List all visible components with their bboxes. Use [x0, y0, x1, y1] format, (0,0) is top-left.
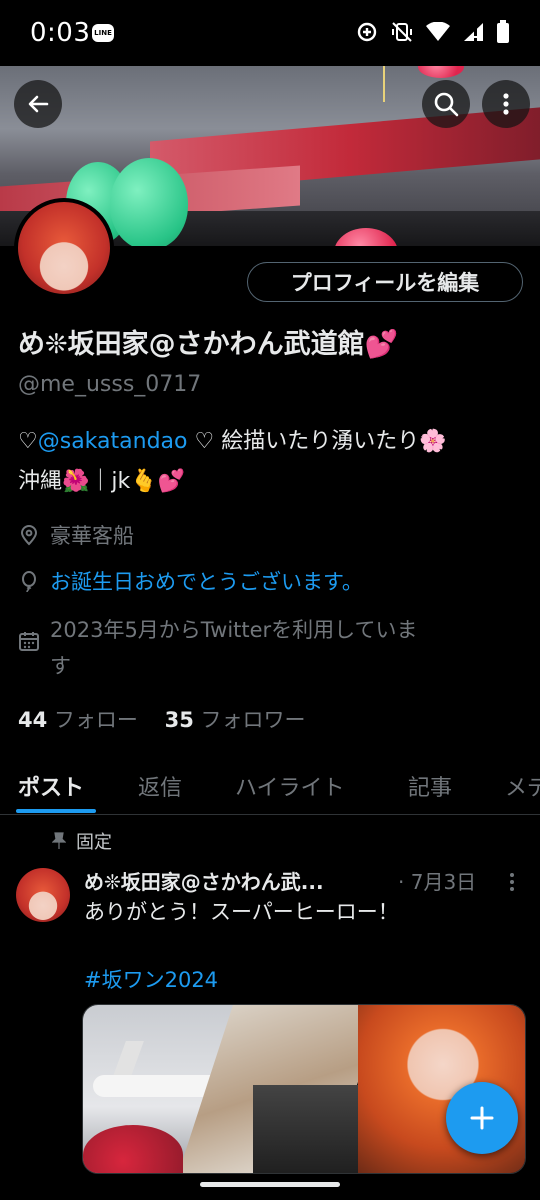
joined-text: 2023年5月からTwitterを利用していま — [50, 618, 418, 642]
profile-avatar[interactable] — [14, 198, 114, 298]
post-text: ありがとう！スーパーヒーロー！ — [84, 900, 399, 924]
post-author[interactable]: め❊坂田家@さかわん武... — [84, 866, 324, 895]
location-text: 豪華客船 — [50, 524, 134, 548]
post-hashtag[interactable]: #坂ワン2024 — [84, 964, 218, 994]
post-date: · 7月3日 — [398, 870, 477, 894]
signal-icon — [464, 23, 483, 41]
balloon-icon — [22, 571, 36, 592]
birthday-text: お誕生日おめでとうございます。 — [50, 570, 363, 594]
bio-mention-link[interactable]: @sakatandao — [38, 429, 188, 454]
tab-posts[interactable]: ポスト — [18, 770, 84, 802]
location-pin-icon — [20, 525, 38, 546]
birthday-row: お誕生日おめでとうございます。 — [18, 566, 363, 596]
status-time: 0:03 — [30, 18, 91, 48]
wifi-icon — [426, 22, 450, 41]
calendar-icon — [19, 632, 39, 651]
status-bar: 0:03 LINE — [0, 0, 540, 66]
bio-heart: ♡ — [18, 429, 38, 454]
pin-icon — [52, 832, 66, 849]
follow-stats: 44 フォロー 35 フォロワー — [18, 704, 306, 734]
joined-row: 2023年5月からTwitterを利用していま す — [18, 612, 518, 684]
more-options-button[interactable] — [482, 80, 530, 128]
more-vertical-icon — [503, 93, 509, 115]
following-link[interactable]: 44 フォロー — [18, 708, 138, 732]
back-arrow-icon — [28, 95, 49, 113]
profile-tabs: ポスト 返信 ハイライト 記事 メデ — [0, 762, 540, 815]
active-tab-indicator — [16, 809, 96, 813]
battery-icon — [497, 20, 509, 43]
tab-highlights[interactable]: ハイライト — [235, 770, 345, 802]
pinned-indicator: 固定 — [52, 828, 112, 854]
following-count: 44 — [18, 708, 48, 732]
joined-text-cont: す — [50, 654, 71, 678]
gesture-bar[interactable] — [200, 1182, 340, 1187]
following-label: フォロー — [53, 708, 138, 732]
status-icons — [356, 20, 510, 44]
tab-replies[interactable]: 返信 — [138, 770, 182, 802]
followers-count: 35 — [164, 708, 194, 732]
bio-line2: 沖縄🌺｜jk🫰💕 — [18, 469, 186, 494]
compose-button[interactable] — [446, 1082, 518, 1154]
data-saver-icon — [357, 22, 377, 42]
vibrate-off-icon — [392, 22, 412, 42]
plus-icon — [470, 1106, 494, 1130]
bio-line1-rest: ♡ 絵描いたり湧いたり🌸 — [187, 429, 447, 454]
back-button[interactable] — [14, 80, 62, 128]
search-icon — [434, 92, 459, 117]
display-name: め❊坂田家@さかわん武道館💕 — [18, 329, 399, 360]
followers-link[interactable]: 35 フォロワー — [165, 708, 306, 732]
post-avatar[interactable] — [16, 868, 70, 922]
search-button[interactable] — [422, 80, 470, 128]
followers-label: フォロワー — [200, 708, 306, 732]
edit-profile-button[interactable]: プロフィールを編集 — [247, 262, 523, 302]
location-row: 豪華客船 — [18, 520, 134, 550]
post-more-icon[interactable] — [508, 872, 516, 892]
line-notification-icon: LINE — [92, 24, 114, 42]
tab-media[interactable]: メデ — [505, 770, 540, 802]
user-handle: @me_usss_0717 — [18, 372, 202, 397]
profile-bio: ♡@sakatandao ♡ 絵描いたり湧いたり🌸 沖縄🌺｜jk🫰💕 — [18, 422, 528, 502]
pinned-label: 固定 — [76, 832, 112, 853]
tab-articles[interactable]: 記事 — [408, 770, 452, 802]
